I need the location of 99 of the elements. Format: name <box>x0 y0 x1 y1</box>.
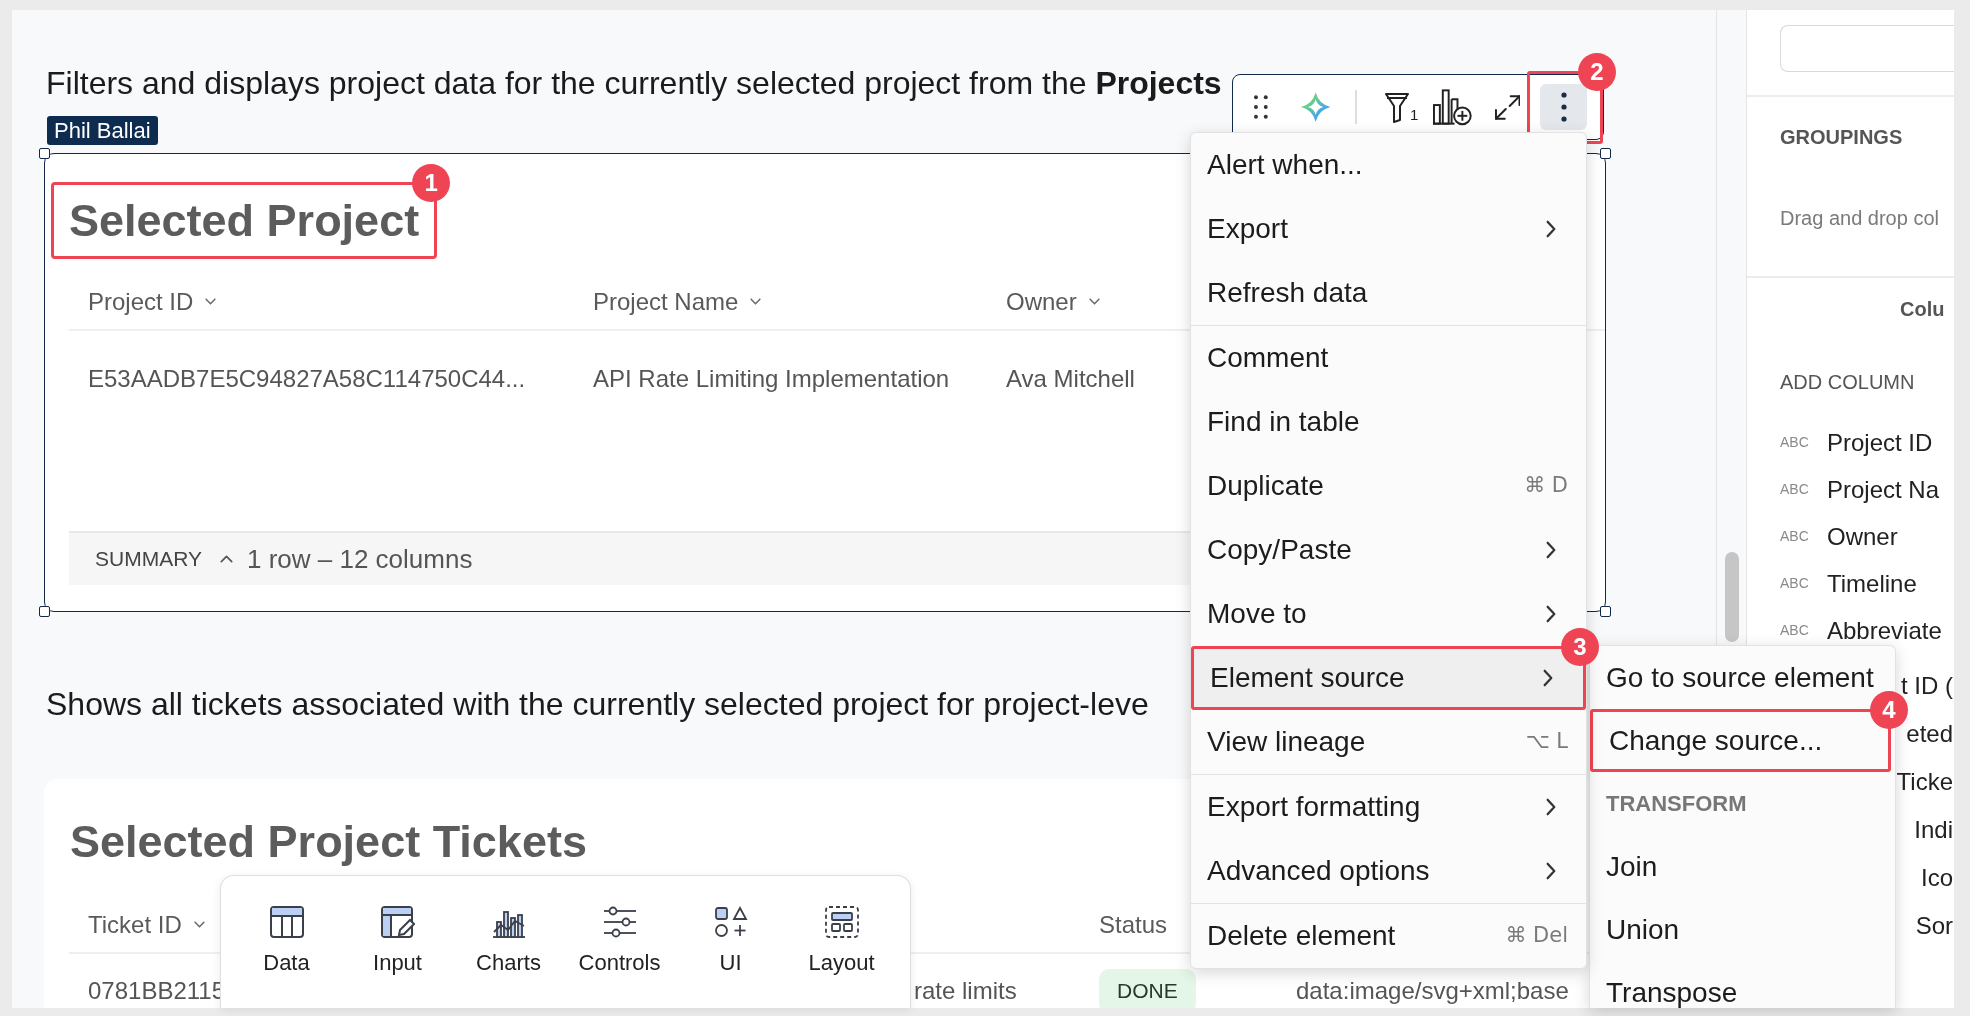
section-heading: ADD COLUMN <box>1780 370 1916 394</box>
chevron-down-icon <box>193 921 205 928</box>
toolbar-button[interactable]: Layout <box>786 906 897 990</box>
menu-heading: TRANSFORM <box>1606 790 1747 818</box>
drop-hint: Drag and drop col <box>1780 206 1940 230</box>
shortcut-label: ⌥ L <box>1525 728 1568 756</box>
menu-item[interactable]: Delete element ⌘ Del <box>1191 904 1586 968</box>
menu-item-label: Export formatting <box>1207 790 1421 824</box>
table-cell-text: E53AADB7E5C94827A58C114750C44... <box>87 364 526 394</box>
drag-handle-icon[interactable] <box>1254 95 1268 119</box>
column-header[interactable]: Project ID <box>69 283 217 320</box>
summary-toggle[interactable]: SUMMARY <box>95 543 233 575</box>
shortcut-label: ⌘ D <box>1524 472 1568 500</box>
table-cell-text: API Rate Limiting Implementation <box>592 364 950 394</box>
toolbar-button[interactable]: Data <box>231 906 342 990</box>
table-pencil-icon <box>380 906 415 938</box>
shortcut-label: ⌘ Del <box>1505 922 1568 950</box>
column-header[interactable]: Ticket ID <box>69 906 205 943</box>
panel-title: Colu <box>1900 297 1946 321</box>
menu-item-label: Export <box>1207 212 1288 246</box>
toolbar-button[interactable]: Charts <box>453 906 564 990</box>
table-cell-text: Ava Mitchell <box>1005 364 1135 394</box>
description-text: Filters and displays project data for the currently selected project from the Projects <box>45 64 1222 102</box>
menu-item-label: Element source <box>1210 661 1405 695</box>
filter-icon[interactable] <box>1385 91 1409 123</box>
chevron-down-icon <box>750 298 762 305</box>
table-cell-text: data:image/svg+xml;base <box>1295 979 1569 1003</box>
resize-handle[interactable] <box>1600 148 1611 159</box>
user-tag: Phil Ballai <box>47 116 158 145</box>
type-label: ABC <box>1780 480 1810 499</box>
column-name[interactable]: Owner <box>1827 522 1898 551</box>
section-heading: GROUPINGS <box>1780 125 1904 149</box>
type-label: ABC <box>1780 621 1810 640</box>
resize-handle[interactable] <box>1600 606 1611 617</box>
type-label: ABC <box>1780 574 1810 593</box>
expand-icon[interactable] <box>1494 94 1520 120</box>
menu-item[interactable]: Export <box>1191 197 1586 261</box>
column-name[interactable]: Project Na <box>1827 475 1940 504</box>
vertical-dots-icon <box>1560 92 1567 122</box>
column-name[interactable]: Ico <box>1921 866 1953 890</box>
toolbar-button[interactable]: Controls <box>564 906 675 990</box>
menu-item-label: Comment <box>1207 341 1329 375</box>
filter-count: 1 <box>1410 106 1419 123</box>
scrollbar-thumb[interactable] <box>1724 552 1739 642</box>
layout-icon <box>824 906 859 938</box>
menu-item[interactable]: Alert when... <box>1191 133 1586 197</box>
row-count: 1 row – 12 columns <box>246 542 473 576</box>
sparkle-icon[interactable] <box>1299 91 1332 123</box>
menu-item[interactable]: Refresh data <box>1191 261 1586 325</box>
column-name[interactable]: Ticke <box>1896 770 1953 794</box>
resize-handle[interactable] <box>39 606 50 617</box>
column-name[interactable]: eted <box>1906 722 1953 746</box>
callout-badge: 1 <box>412 164 451 202</box>
column-name[interactable]: Abbreviate <box>1827 616 1942 645</box>
column-header[interactable]: Status <box>1080 906 1168 943</box>
type-label: ABC <box>1780 527 1810 546</box>
type-label: ABC <box>1780 433 1810 452</box>
menu-item[interactable]: Export formatting <box>1191 775 1586 839</box>
menu-item-label: Move to <box>1207 597 1307 631</box>
menu-item[interactable]: Copy/Paste <box>1191 518 1586 582</box>
description-text: Shows all tickets associated with the currently selected project for project-leve <box>45 685 1149 723</box>
menu-item[interactable]: Comment <box>1191 326 1586 390</box>
column-header[interactable]: Project Name <box>574 283 762 320</box>
more-button[interactable] <box>1540 84 1587 130</box>
card-title: Selected Project Tickets <box>69 816 587 868</box>
column-name[interactable]: Sor <box>1915 914 1953 938</box>
table-cell-text: 0781BB2115 <box>87 979 225 1003</box>
column-header[interactable]: Owner <box>987 283 1100 320</box>
menu-item-label: Find in table <box>1207 405 1360 439</box>
menu-item-label: Alert when... <box>1207 148 1363 182</box>
chevron-down-icon <box>205 298 217 305</box>
menu-item[interactable]: Advanced options <box>1191 839 1586 903</box>
sliders-icon <box>602 906 637 938</box>
column-name[interactable]: Indi <box>1914 818 1953 842</box>
status-badge: DONE <box>1099 969 1196 1008</box>
menu-item-label: View lineage <box>1207 725 1366 759</box>
menu-item[interactable]: Find in table <box>1191 390 1586 454</box>
menu-item[interactable]: Transpose <box>1590 961 1895 1016</box>
toolbar-button[interactable]: UI <box>675 906 786 990</box>
column-name[interactable]: Timeline <box>1827 569 1917 598</box>
column-name[interactable]: Project ID <box>1827 428 1933 457</box>
menu-item-label: Duplicate <box>1207 469 1324 503</box>
resize-handle[interactable] <box>39 148 50 159</box>
menu-item[interactable]: Join <box>1590 835 1895 898</box>
menu-item-label: Refresh data <box>1207 276 1368 310</box>
table-icon <box>269 906 304 938</box>
menu-item[interactable]: Union <box>1590 898 1895 961</box>
bar-chart-plus-icon[interactable] <box>1433 88 1473 126</box>
toolbar-button[interactable]: Input <box>342 906 453 990</box>
chevron-down-icon <box>1088 298 1100 305</box>
menu-item-label: Delete element <box>1207 919 1396 953</box>
chevron-up-icon <box>219 555 233 563</box>
shapes-icon <box>713 906 748 938</box>
input-field[interactable] <box>1780 25 1954 72</box>
table-cell-text: rate limits <box>913 979 1017 1003</box>
menu-item-label: Copy/Paste <box>1207 533 1352 567</box>
menu-item[interactable]: View lineage ⌥ L <box>1191 710 1586 774</box>
menu-item[interactable]: Duplicate ⌘ D <box>1191 454 1586 518</box>
menu-item-label: Advanced options <box>1207 854 1430 888</box>
